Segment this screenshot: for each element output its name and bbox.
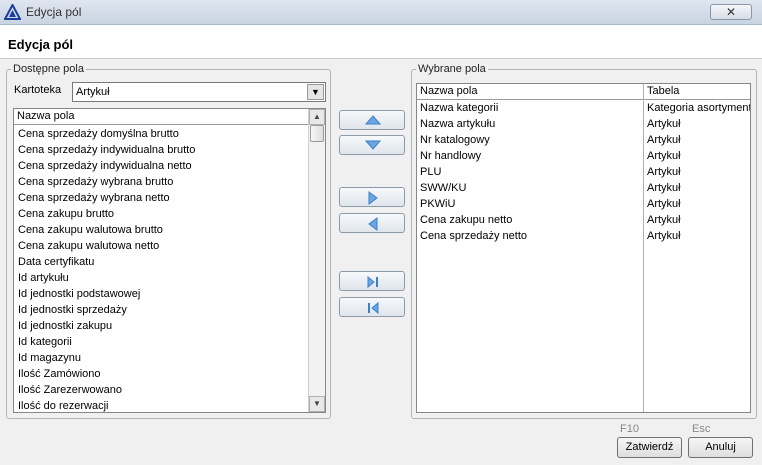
available-field-item[interactable]: Id jednostki podstawowej [14,286,310,302]
selected-field-table: Kategoria asortymentowa [647,102,750,114]
selected-fields-list[interactable]: Nazwa pola Tabela Nazwa kategorii Kategor… [416,83,751,413]
app-logo-icon [4,4,21,20]
selected-field-row[interactable]: SWW/KU Artykuł [417,180,750,196]
move-down-button[interactable] [339,135,405,155]
window-titlebar: Edycja pól ✕ [0,0,762,25]
selected-field-name: Cena zakupu netto [420,214,513,226]
available-list-scrollbar[interactable]: ▲ ▼ [308,109,325,412]
arrow-left-icon [368,217,378,231]
selected-field-table: Artykuł [647,214,681,226]
selected-field-row[interactable]: PKWiU Artykuł [417,196,750,212]
available-items: Cena sprzedaży domyślna brutto Cena sprze… [14,126,310,412]
cancel-button[interactable]: Anuluj [688,437,753,458]
available-field-item[interactable]: Id jednostki sprzedaży [14,302,310,318]
available-field-item[interactable]: Data certyfikatu [14,254,310,270]
selected-field-row[interactable]: Nr katalogowy Artykuł [417,132,750,148]
selected-list-header: Nazwa pola Tabela [417,84,750,100]
selected-field-table: Artykuł [647,198,681,210]
remove-all-button[interactable] [339,297,405,317]
selected-rows: Nazwa kategoriiKategoria asortymentowaNa… [417,100,750,244]
move-all-left-icon [368,301,379,315]
confirm-button[interactable]: Zatwierdź [617,437,682,458]
column-header-tabela[interactable]: Tabela [644,84,750,99]
available-field-item[interactable]: Cena sprzedaży indywidualna netto [14,158,310,174]
add-field-button[interactable] [339,187,405,207]
add-all-button[interactable] [339,271,405,291]
available-fields-legend: Dostępne pola [13,63,84,75]
selected-field-name: PKWiU [420,198,456,210]
move-up-button[interactable] [339,110,405,130]
available-field-item[interactable]: Cena zakupu walutowa netto [14,238,310,254]
selected-field-table: Artykuł [647,150,681,162]
available-field-item[interactable]: Cena sprzedaży wybrana netto [14,190,310,206]
available-field-item[interactable]: Cena sprzedaży wybrana brutto [14,174,310,190]
remove-field-button[interactable] [339,213,405,233]
available-field-item[interactable]: Id artykułu [14,270,310,286]
selected-field-table: Artykuł [647,230,681,242]
cancel-shortcut-label: Esc [692,423,711,435]
selected-field-row[interactable]: Nr handlowy Artykuł [417,148,750,164]
selected-field-row[interactable]: Cena zakupu netto Artykuł [417,212,750,228]
selected-field-name: Cena sprzedaży netto [420,230,528,242]
column-header-nazwa-pola[interactable]: Nazwa pola [14,109,74,124]
kartoteka-select[interactable]: Artykuł ▼ [72,82,326,102]
column-header-nazwa-pola[interactable]: Nazwa pola [417,84,644,99]
available-field-item[interactable]: Cena sprzedaży domyślna brutto [14,126,310,142]
dialog-title: Edycja pól [8,37,74,52]
confirm-shortcut-label: F10 [620,423,639,435]
chevron-down-icon[interactable]: ▼ [307,84,324,100]
arrow-up-icon [365,115,381,125]
available-field-item[interactable]: Cena sprzedaży indywidualna brutto [14,142,310,158]
selected-field-name: Nr katalogowy [420,134,490,146]
kartoteka-select-value: Artykuł [76,86,110,98]
selected-field-table: Artykuł [647,118,681,130]
available-field-item[interactable]: Cena zakupu walutowa brutto [14,222,310,238]
available-fields-list[interactable]: Nazwa pola Cena sprzedaży domyślna brutt… [13,108,326,413]
scrollbar-thumb[interactable] [310,125,324,142]
selected-field-table: Artykuł [647,134,681,146]
selected-field-name: PLU [420,166,442,178]
available-list-header: Nazwa pola [14,109,310,125]
arrow-right-icon [368,191,378,205]
close-icon: ✕ [725,5,737,19]
available-field-item[interactable]: Ilość Zarezerwowano [14,382,310,398]
available-field-item[interactable]: Id magazynu [14,350,310,366]
available-field-item[interactable]: Id kategorii [14,334,310,350]
available-field-item[interactable]: Id jednostki zakupu [14,318,310,334]
move-all-right-icon [367,275,378,289]
dialog-header: Edycja pól [0,25,762,59]
available-field-item[interactable]: Ilość do rezerwacji [14,398,310,412]
selected-field-row[interactable]: Cena sprzedaży netto Artykuł [417,228,750,244]
available-field-item[interactable]: Cena zakupu brutto [14,206,310,222]
kartoteka-label: Kartoteka [14,84,62,96]
selected-field-name: SWW/KU [420,182,467,194]
column-divider[interactable] [643,84,644,412]
window-close-button[interactable]: ✕ [710,4,752,20]
selected-field-name: Nr handlowy [420,150,482,162]
available-field-item[interactable]: Ilość Zamówiono [14,366,310,382]
window-title: Edycja pól [26,5,82,19]
selected-field-table: Artykuł [647,166,681,178]
selected-fields-legend: Wybrane pola [418,63,486,75]
selected-field-row[interactable]: PLU Artykuł [417,164,750,180]
selected-field-row[interactable]: Nazwa kategorii Kategoria asortymentowa [417,100,750,116]
selected-field-name: Nazwa kategorii [420,102,499,114]
scroll-up-icon[interactable]: ▲ [309,109,325,125]
selected-field-table: Artykuł [647,182,681,194]
selected-field-row[interactable]: Nazwa artykułu Artykuł [417,116,750,132]
selected-field-name: Nazwa artykułu [420,118,496,130]
scroll-down-icon[interactable]: ▼ [309,396,325,412]
arrow-down-icon [365,140,381,150]
